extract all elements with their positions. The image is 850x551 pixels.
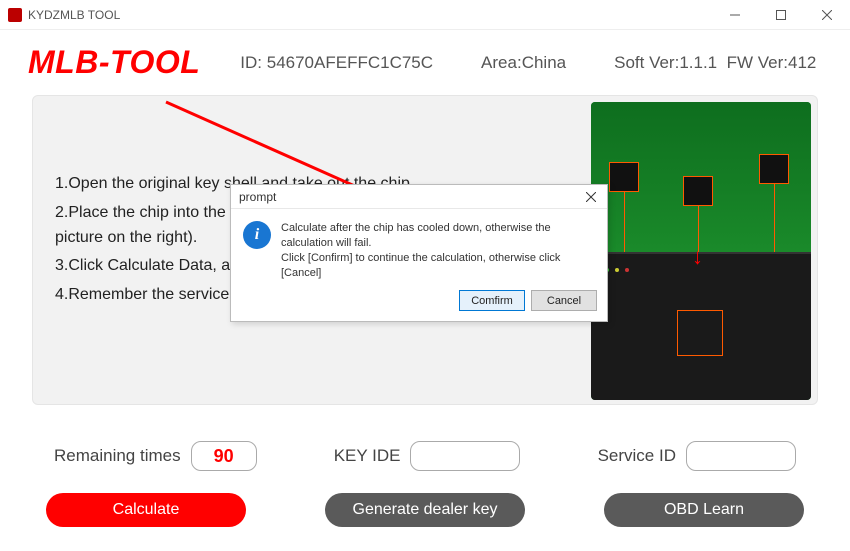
brand-logo: MLB-TOOL <box>28 44 200 81</box>
key-ide-value <box>410 441 520 471</box>
service-id-field: Service ID <box>598 441 796 471</box>
cancel-button[interactable]: Cancel <box>531 290 597 311</box>
remaining-times-field: Remaining times 90 <box>54 441 257 471</box>
version-info: Soft Ver:1.1.1 FW Ver:412 <box>614 53 816 73</box>
service-id-label: Service ID <box>598 446 676 466</box>
remaining-times-value: 90 <box>191 441 257 471</box>
header-info: ID: 54670AFEFFC1C75C Area:China Soft Ver… <box>240 53 816 73</box>
close-button[interactable] <box>804 0 850 30</box>
obd-learn-button[interactable]: OBD Learn <box>604 493 804 527</box>
area-info: Area:China <box>481 53 566 73</box>
confirm-button[interactable]: Comfirm <box>459 290 525 311</box>
remaining-times-label: Remaining times <box>54 446 181 466</box>
bottom-controls: Remaining times 90 KEY IDE Service ID Ca… <box>0 441 850 551</box>
prompt-dialog: prompt i Calculate after the chip has co… <box>230 184 608 322</box>
minimize-button[interactable] <box>712 0 758 30</box>
window-title: KYDZMLB TOOL <box>28 8 120 22</box>
service-id-value <box>686 441 796 471</box>
header: MLB-TOOL ID: 54670AFEFFC1C75C Area:China… <box>0 30 850 91</box>
dialog-message: Calculate after the chip has cooled down… <box>281 221 595 280</box>
calculate-button[interactable]: Calculate <box>46 493 246 527</box>
key-ide-field: KEY IDE <box>334 441 521 471</box>
app-icon <box>8 8 22 22</box>
down-arrow-icon: ↓ <box>692 244 703 270</box>
generate-dealer-key-button[interactable]: Generate dealer key <box>325 493 525 527</box>
device-illustration: ↓ <box>591 102 811 400</box>
key-ide-label: KEY IDE <box>334 446 401 466</box>
info-icon: i <box>243 221 271 249</box>
window-titlebar: KYDZMLB TOOL <box>0 0 850 30</box>
maximize-button[interactable] <box>758 0 804 30</box>
dialog-title: prompt <box>239 190 276 204</box>
dialog-close-button[interactable] <box>579 187 603 207</box>
device-id: ID: 54670AFEFFC1C75C <box>240 53 433 73</box>
